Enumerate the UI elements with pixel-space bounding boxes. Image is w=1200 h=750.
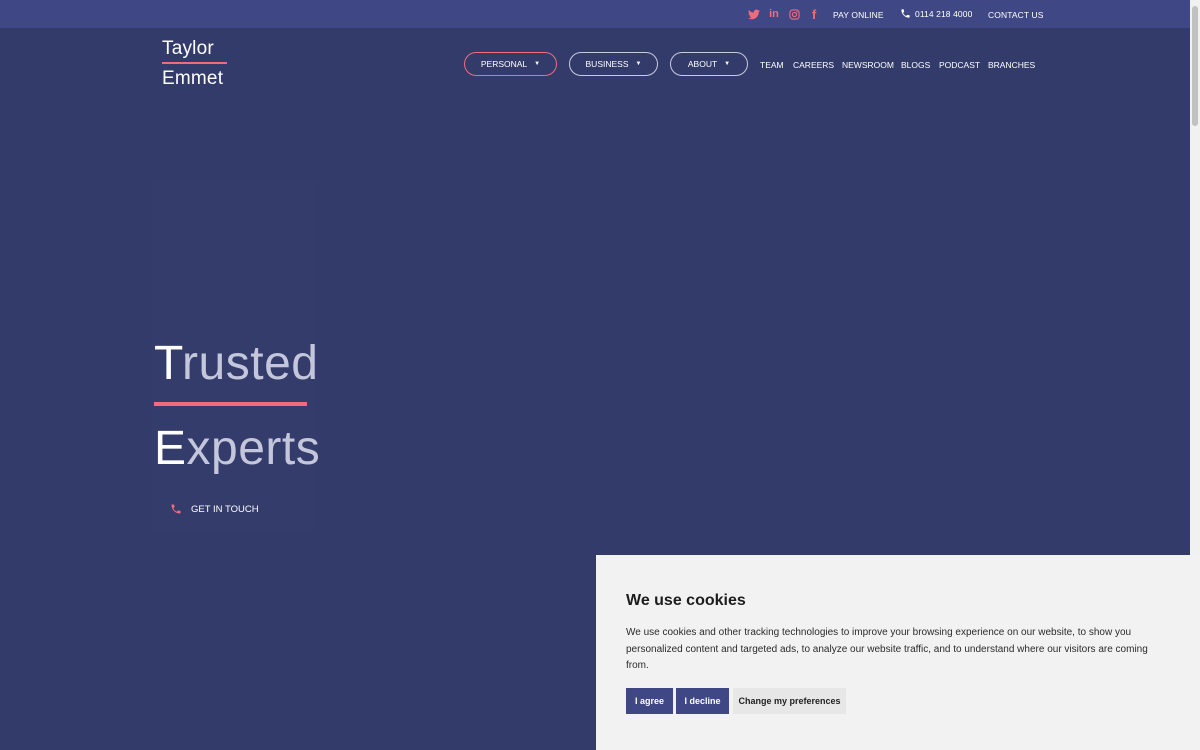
top-utility-bar: in f PAY ONLINE 0114 218 4000 CONTACT US <box>0 0 1190 28</box>
instagram-icon[interactable] <box>788 7 800 21</box>
caret-down-icon: ▼ <box>534 61 541 67</box>
cookie-preferences-button[interactable]: Change my preferences <box>733 688 846 714</box>
cookie-decline-button[interactable]: I decline <box>676 688 729 714</box>
nav-business-label: BUSINESS <box>585 59 629 69</box>
nav-business-dropdown[interactable]: BUSINESS ▼ <box>569 52 658 76</box>
hero-word-experts: Experts <box>154 425 320 473</box>
hero-word-trusted-rest: rusted <box>182 337 319 390</box>
logo-line-1: Taylor <box>162 38 214 59</box>
hero-divider <box>154 402 307 406</box>
social-links: in f <box>748 7 820 22</box>
nav-about-dropdown[interactable]: ABOUT ▼ <box>670 52 748 76</box>
get-in-touch-button[interactable]: GET IN TOUCH <box>170 503 259 515</box>
hero-word-experts-rest: xperts <box>186 422 321 475</box>
hero-word-experts-initial: E <box>154 422 187 475</box>
cookie-title: We use cookies <box>626 592 746 609</box>
nav-team[interactable]: TEAM <box>760 60 784 70</box>
caret-down-icon: ▼ <box>635 61 642 67</box>
contact-us-link[interactable]: CONTACT US <box>988 10 1043 20</box>
facebook-icon[interactable]: f <box>808 7 820 22</box>
nav-about-label: ABOUT <box>687 59 718 69</box>
nav-personal-label: PERSONAL <box>480 59 528 69</box>
linkedin-icon[interactable]: in <box>768 7 780 21</box>
hero-word-trusted: Trusted <box>154 340 318 388</box>
cookie-description: We use cookies and other tracking techno… <box>626 627 1148 672</box>
cookie-banner: We use cookies We use cookies and other … <box>596 555 1200 750</box>
nav-personal-dropdown[interactable]: PERSONAL ▼ <box>464 52 557 76</box>
cookie-agree-button[interactable]: I agree <box>626 688 673 714</box>
nav-blogs[interactable]: BLOGS <box>901 60 930 70</box>
phone-icon <box>171 504 181 514</box>
phone-icon <box>901 9 910 18</box>
logo-line-2: Emmet <box>162 68 224 89</box>
taylor-emmet-logo[interactable]: Taylor Emmet <box>162 38 232 90</box>
nav-podcast[interactable]: PODCAST <box>939 60 980 70</box>
hero-word-trusted-initial: T <box>154 337 183 390</box>
pay-online-link[interactable]: PAY ONLINE <box>833 10 884 20</box>
twitter-icon[interactable] <box>748 7 760 21</box>
phone-link[interactable]: 0114 218 4000 <box>900 8 972 19</box>
nav-careers[interactable]: CAREERS <box>793 60 834 70</box>
phone-number: 0114 218 4000 <box>915 8 973 19</box>
scrollbar-thumb[interactable] <box>1192 6 1198 126</box>
nav-branches[interactable]: BRANCHES <box>988 60 1035 70</box>
logo-divider <box>162 62 227 64</box>
nav-newsroom[interactable]: NEWSROOM <box>842 60 894 70</box>
get-in-touch-label: GET IN TOUCH <box>191 503 259 515</box>
caret-down-icon: ▼ <box>724 61 731 67</box>
